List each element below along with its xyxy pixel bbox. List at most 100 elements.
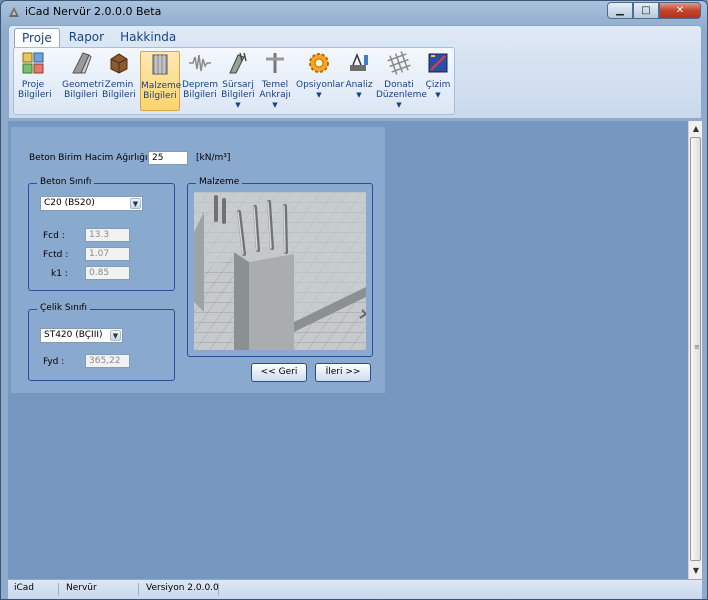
button-label: Analiz	[345, 80, 373, 90]
button-label: Bilgileri	[143, 91, 177, 101]
fcd-field[interactable]: 13.3	[85, 228, 130, 242]
maximize-icon: □	[641, 5, 651, 16]
button-label: Bilgileri	[64, 90, 98, 100]
title-bar: iCad Nervür 2.0.0.0 Beta ▁ □ ✕	[1, 1, 707, 23]
fcd-label: Fcd :	[43, 231, 65, 241]
button-label: Geometri	[62, 80, 105, 90]
steel-class-select[interactable]: ST420 (BÇIII) ▼	[40, 328, 123, 343]
drawing-button[interactable]: Çizim ▼	[424, 51, 452, 111]
concrete-class-title: Beton Sınıfı	[37, 177, 95, 187]
vertical-scrollbar[interactable]: ▲ ≡ ▼	[688, 121, 702, 579]
material-preview-title: Malzeme	[196, 177, 243, 187]
next-button[interactable]: İleri >>	[315, 363, 371, 382]
earthquake-info-button[interactable]: Deprem Bilgileri	[182, 51, 218, 111]
fctd-field[interactable]: 1.07	[85, 247, 130, 261]
button-label: Malzeme	[141, 81, 182, 91]
chevron-down-icon[interactable]: ▼	[110, 330, 121, 341]
k1-field[interactable]: 0.85	[85, 266, 130, 280]
material-info-button[interactable]: Malzeme Bilgileri	[140, 51, 182, 111]
status-app: iCad	[14, 583, 35, 593]
minimize-button[interactable]: ▁	[607, 2, 633, 19]
concrete-class-value: C20 (BS20)	[44, 198, 95, 208]
window-title: iCad Nervür 2.0.0.0 Beta	[25, 5, 162, 18]
unit-weight-unit: [kN/m³]	[196, 153, 231, 163]
dropdown-arrow-icon: ▼	[396, 101, 402, 109]
button-label: Düzenleme	[376, 90, 427, 100]
material-icon	[152, 54, 168, 75]
button-label: Deprem	[182, 80, 218, 90]
button-label: Donati	[384, 80, 414, 90]
status-version: Versiyon 2.0.0.0	[146, 583, 219, 593]
geometry-icon	[72, 52, 92, 74]
close-button[interactable]: ✕	[659, 2, 701, 19]
scroll-grip-icon: ≡	[694, 343, 700, 351]
fyd-field[interactable]: 365,22	[85, 354, 130, 368]
analysis-icon	[350, 52, 368, 71]
status-bar: iCad Nervür Versiyon 2.0.0.0	[8, 579, 702, 599]
soil-icon	[110, 53, 128, 74]
status-module: Nervür	[66, 583, 97, 593]
material-preview-group: Malzeme	[187, 177, 373, 357]
tab-proje[interactable]: Proje	[14, 28, 60, 48]
drawing-icon	[428, 53, 448, 73]
maximize-button[interactable]: □	[633, 2, 659, 19]
fyd-label: Fyd :	[43, 357, 65, 367]
steel-class-title: Çelik Sınıfı	[37, 303, 90, 313]
chevron-down-icon[interactable]: ▼	[130, 198, 141, 209]
app-window: iCad Nervür 2.0.0.0 Beta ▁ □ ✕ Proje Rap…	[0, 0, 708, 600]
button-label: Opsiyonlar	[296, 80, 345, 90]
surcharge-icon	[229, 52, 247, 74]
rebar-mesh-icon	[387, 51, 411, 75]
earthquake-icon	[189, 54, 211, 72]
minimize-icon: ▁	[616, 5, 624, 16]
surcharge-info-button[interactable]: Sürsarj Bilgileri ▼	[220, 51, 256, 111]
back-button[interactable]: << Geri	[251, 363, 307, 382]
tab-hakkinda[interactable]: Hakkinda	[113, 28, 183, 48]
rebar-column-preview-image	[194, 192, 366, 350]
ribbon-tabs: Proje Rapor Hakkinda	[14, 28, 185, 48]
analysis-button[interactable]: Analiz ▼	[344, 51, 374, 111]
button-label: Bilgileri	[183, 90, 217, 100]
unit-weight-input[interactable]: 25	[148, 151, 188, 165]
geometry-info-button[interactable]: Geometri Bilgileri	[62, 51, 105, 111]
dropdown-arrow-icon: ▼	[316, 91, 322, 99]
status-divider	[58, 583, 59, 596]
button-label: Proje	[21, 80, 45, 90]
foundation-anchor-button[interactable]: Temel Ankrajı ▼	[258, 51, 292, 111]
steel-class-group: Çelik Sınıfı ST420 (BÇIII) ▼ Fyd : 365,2…	[28, 303, 175, 381]
dropdown-arrow-icon: ▼	[272, 101, 278, 109]
project-info-button[interactable]: Proje Bilgileri	[18, 51, 52, 111]
options-button[interactable]: Opsiyonlar ▼	[296, 51, 345, 111]
unit-weight-label: Beton Birim Hacim Ağırlığı :	[29, 153, 154, 163]
tab-rapor[interactable]: Rapor	[62, 28, 111, 48]
rebar-layout-button[interactable]: Donati Düzenleme ▼	[376, 51, 427, 111]
steel-class-value: ST420 (BÇIII)	[44, 330, 103, 340]
close-icon: ✕	[675, 5, 685, 16]
button-label: Temel	[261, 80, 289, 90]
k1-label: k1 :	[51, 269, 68, 279]
button-label: Zemin	[104, 80, 134, 90]
button-label: Bilgileri	[18, 90, 52, 100]
button-label: Sürsarj	[222, 80, 254, 90]
window-controls: ▁ □ ✕	[607, 2, 701, 19]
scroll-up-icon[interactable]: ▲	[689, 122, 703, 136]
button-label: Bilgileri	[102, 90, 136, 100]
status-divider	[218, 583, 219, 596]
options-gear-icon	[309, 53, 329, 73]
concrete-class-select[interactable]: C20 (BS20) ▼	[40, 196, 143, 211]
button-label: Bilgileri	[221, 90, 255, 100]
scroll-thumb[interactable]: ≡	[690, 137, 701, 561]
ribbon: Proje Rapor Hakkinda Proje Bilgileri Geo…	[8, 25, 702, 119]
button-label: Çizim	[425, 80, 451, 90]
app-logo-icon	[9, 7, 19, 17]
ribbon-panel: Proje Bilgileri Geometri Bilgileri Zemin…	[13, 47, 455, 115]
button-label: Ankrajı	[259, 90, 291, 100]
dropdown-arrow-icon: ▼	[356, 91, 362, 99]
soil-info-button[interactable]: Zemin Bilgileri	[102, 51, 136, 111]
status-divider	[138, 583, 139, 596]
scroll-down-icon[interactable]: ▼	[689, 564, 703, 578]
dropdown-arrow-icon: ▼	[235, 101, 241, 109]
dropdown-arrow-icon: ▼	[435, 91, 441, 99]
material-form: Beton Birim Hacim Ağırlığı : 25 [kN/m³] …	[11, 127, 385, 393]
concrete-class-group: Beton Sınıfı C20 (BS20) ▼ Fcd : 13.3 Fct…	[28, 177, 175, 291]
